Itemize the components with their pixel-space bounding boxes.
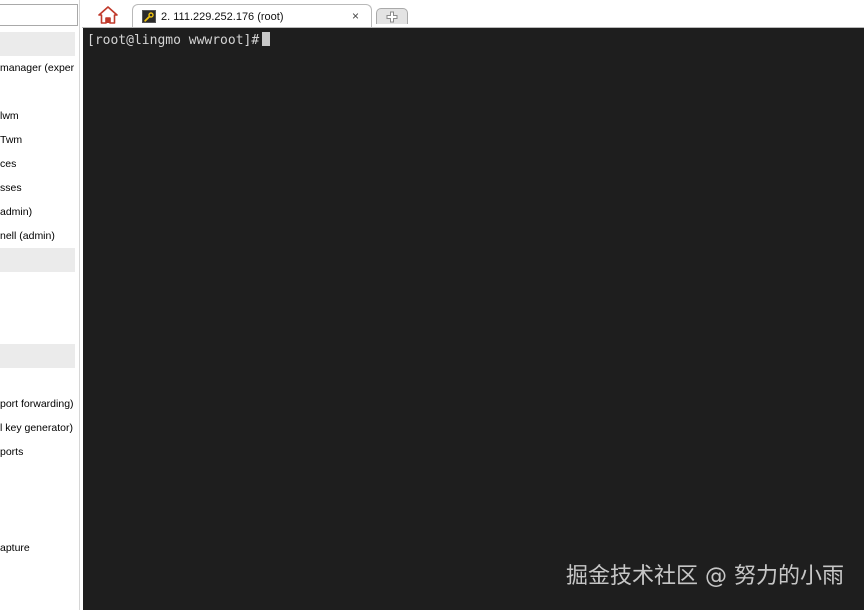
sidebar-item[interactable]: ports xyxy=(0,444,79,460)
sidebar-section-header xyxy=(0,344,75,368)
terminal-prompt-line: [root@lingmo wwwroot]# xyxy=(87,32,271,49)
tab-session-title: 2. 111.229.252.176 (root) xyxy=(161,11,284,23)
home-icon xyxy=(98,6,118,24)
terminal-prompt: [root@lingmo wwwroot]# xyxy=(87,33,260,48)
sidebar-item[interactable]: Twm xyxy=(0,132,79,148)
terminal-cursor xyxy=(262,32,271,46)
wrench-icon xyxy=(142,10,156,23)
sidebar-item[interactable]: manager (exper xyxy=(0,60,79,76)
sidebar-item[interactable]: admin) xyxy=(0,204,79,220)
sidebar-item[interactable]: ces xyxy=(0,156,79,172)
sidebar-item[interactable]: lwm xyxy=(0,108,79,124)
sidebar-item[interactable]: nell (admin) xyxy=(0,228,79,244)
tab-session[interactable]: 2. 111.229.252.176 (root) × xyxy=(132,4,372,28)
sidebar-item[interactable]: sses xyxy=(0,180,79,196)
sidebar: manager (exper lwm Twm ces sses admin) nell (a… xyxy=(0,0,80,610)
sidebar-section-header xyxy=(0,32,75,56)
sidebar-item[interactable]: port forwarding) xyxy=(0,396,79,412)
tab-bar: 2. 111.229.252.176 (root) × xyxy=(82,0,864,28)
sidebar-item[interactable]: apture xyxy=(0,540,79,556)
terminal[interactable]: [root@lingmo wwwroot]# 掘金技术社区 @ 努力的小雨 xyxy=(83,28,864,610)
home-tab[interactable] xyxy=(90,4,126,26)
new-tab-button[interactable] xyxy=(376,8,408,24)
sidebar-section-header xyxy=(0,248,75,272)
watermark-text: 掘金技术社区 @ 努力的小雨 xyxy=(566,564,844,589)
sidebar-item[interactable]: l key generator) xyxy=(0,420,79,436)
sidebar-search-input[interactable] xyxy=(0,4,78,26)
mobaxterm-window: manager (exper lwm Twm ces sses admin) nell (a… xyxy=(0,0,864,610)
plus-icon xyxy=(386,11,398,22)
close-icon[interactable]: × xyxy=(352,9,359,23)
